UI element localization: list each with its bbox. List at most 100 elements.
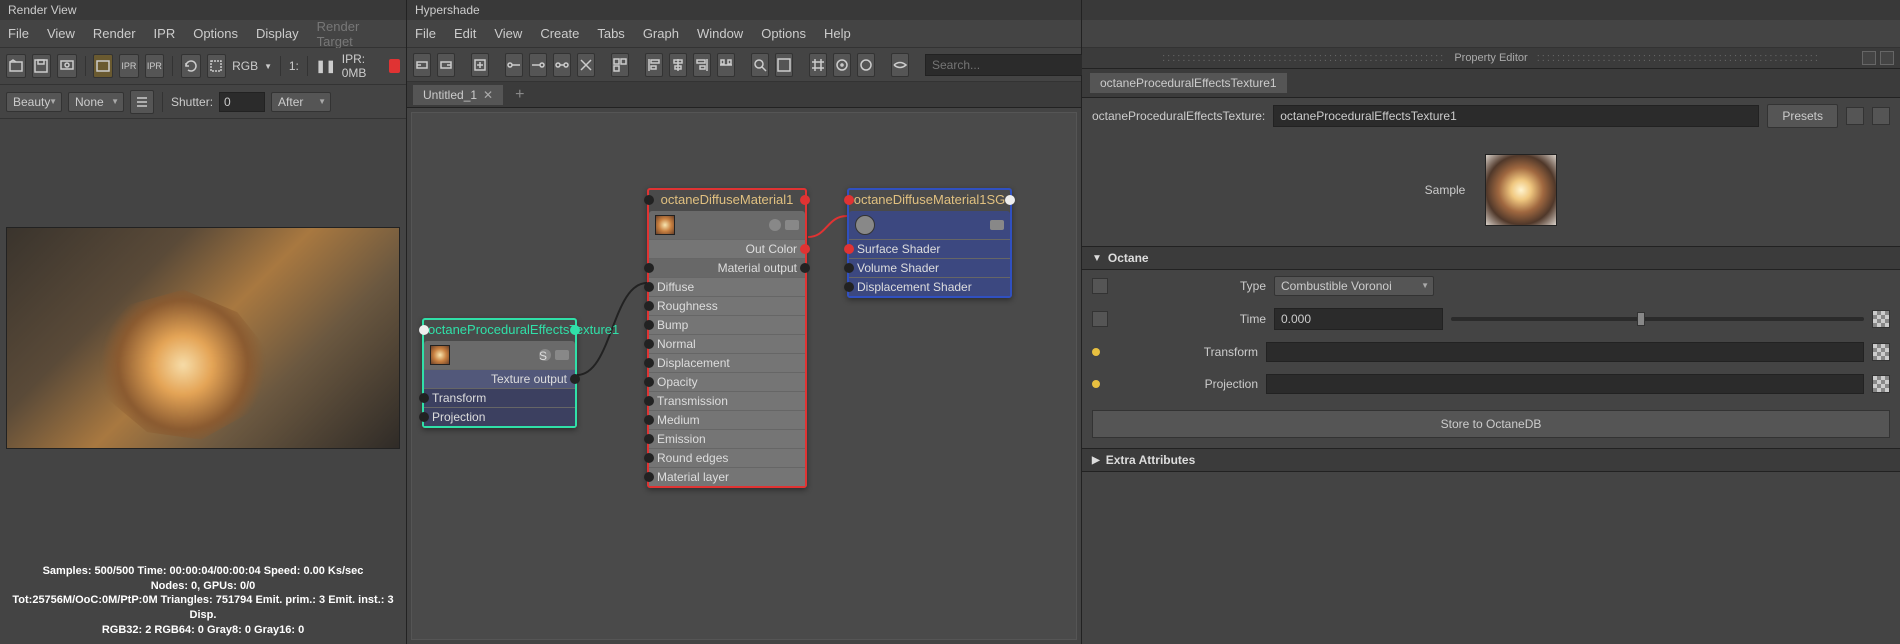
node-row-medium[interactable]: Medium [649,410,805,429]
render-frame-icon[interactable] [93,54,113,78]
after-dropdown[interactable]: After [271,92,331,112]
expand-icon[interactable] [990,220,1004,230]
pass-dropdown[interactable]: Beauty [6,92,62,112]
input-port[interactable] [644,339,654,349]
hs-menu-graph[interactable]: Graph [643,26,679,41]
menu-options[interactable]: Options [193,26,238,41]
type-dropdown[interactable]: Combustible Voronoi [1274,276,1434,296]
section-octane[interactable]: ▼ Octane [1082,246,1900,270]
solo-icon[interactable] [769,219,781,231]
ipr-start-icon[interactable]: IPR [119,54,139,78]
expand-icon[interactable] [785,220,799,230]
menu-render[interactable]: Render [93,26,136,41]
map-button[interactable] [1872,343,1890,361]
refresh-icon[interactable] [181,54,201,78]
node-row-surface-shader[interactable]: Surface Shader [849,239,1010,258]
align-right-icon[interactable] [693,53,711,77]
input-port[interactable] [644,377,654,387]
render-icon[interactable] [57,54,77,78]
restore-icon[interactable] [1862,51,1876,65]
node-row-material-output[interactable]: Material output [649,258,805,277]
output-port[interactable] [570,325,580,335]
graph-out-icon[interactable] [437,53,455,77]
shutter-input[interactable] [219,92,265,112]
align-left-icon[interactable] [645,53,663,77]
input-port[interactable] [844,282,854,292]
input-port[interactable] [644,263,654,273]
both-conn-icon[interactable] [553,53,571,77]
add-tab-icon[interactable]: + [509,86,530,104]
output-port[interactable] [570,374,580,384]
list-icon[interactable] [130,90,154,114]
node-procedural-texture[interactable]: octaneProceduralEffectsTexture1 S Textur… [422,318,577,428]
solo-icon[interactable]: S [539,349,551,361]
node-shading-group[interactable]: octaneDiffuseMaterial1SG Surface Shader … [847,188,1012,298]
input-port[interactable] [644,453,654,463]
output-port[interactable] [1005,195,1015,205]
output-port[interactable] [800,263,810,273]
node-row-bump[interactable]: Bump [649,315,805,334]
frame-all-icon[interactable] [775,53,793,77]
input-port[interactable] [419,412,429,422]
node-row-transmission[interactable]: Transmission [649,391,805,410]
node-row-displacement[interactable]: Displacement [649,353,805,372]
menu-view[interactable]: View [47,26,75,41]
show-hide-icon[interactable] [1846,107,1864,125]
ipr-stop-icon[interactable]: IPR [145,54,165,78]
clear-graph-icon[interactable] [577,53,595,77]
copy-tab-icon[interactable] [1872,107,1890,125]
node-row-displacement-shader[interactable]: Displacement Shader [849,277,1010,296]
close-icon[interactable] [1880,51,1894,65]
chevron-down-icon[interactable]: ▼ [264,62,272,71]
open-image-icon[interactable] [6,54,26,78]
projection-field[interactable] [1266,374,1864,394]
input-port[interactable] [644,396,654,406]
layout-icon[interactable] [611,53,629,77]
slider-thumb[interactable] [1637,312,1645,326]
soloing-icon[interactable] [857,53,875,77]
hs-menu-options[interactable]: Options [761,26,806,41]
node-row-material-layer[interactable]: Material layer [649,467,805,486]
node-row-opacity[interactable]: Opacity [649,372,805,391]
render-preview-image[interactable] [6,227,400,449]
align-center-icon[interactable] [669,53,687,77]
attr-icon[interactable] [1092,311,1108,327]
input-port[interactable] [644,282,654,292]
node-row-projection[interactable]: Projection [424,407,575,426]
zoom-icon[interactable] [751,53,769,77]
node-diffuse-material[interactable]: octaneDiffuseMaterial1 Out Color Materia… [647,188,807,488]
input-port[interactable] [419,393,429,403]
keyed-icon[interactable] [1092,348,1100,356]
save-image-icon[interactable] [32,54,52,78]
camera-dropdown[interactable]: None [68,92,124,112]
map-button[interactable] [1872,375,1890,393]
menu-ipr[interactable]: IPR [154,26,176,41]
hs-menu-help[interactable]: Help [824,26,851,41]
pause-icon[interactable]: ❚❚ [316,59,336,73]
node-row-round-edges[interactable]: Round edges [649,448,805,467]
node-row-diffuse[interactable]: Diffuse [649,277,805,296]
node-row-normal[interactable]: Normal [649,334,805,353]
output-conn-icon[interactable] [529,53,547,77]
input-port[interactable] [644,472,654,482]
input-port[interactable] [644,301,654,311]
input-conn-icon[interactable] [505,53,523,77]
presets-button[interactable]: Presets [1767,104,1838,128]
input-port[interactable] [844,244,854,254]
node-editor-canvas[interactable]: octaneProceduralEffectsTexture1 S Textur… [411,112,1077,640]
input-port[interactable] [644,320,654,330]
node-row-emission[interactable]: Emission [649,429,805,448]
input-port[interactable] [644,415,654,425]
hs-menu-create[interactable]: Create [540,26,579,41]
time-slider[interactable] [1451,317,1864,321]
node-row-volume-shader[interactable]: Volume Shader [849,258,1010,277]
input-port[interactable] [844,195,854,205]
input-port[interactable] [644,358,654,368]
menu-display[interactable]: Display [256,26,299,41]
expand-icon[interactable] [555,350,569,360]
hs-menu-window[interactable]: Window [697,26,743,41]
node-row-roughness[interactable]: Roughness [649,296,805,315]
transform-field[interactable] [1266,342,1864,362]
time-input[interactable] [1274,308,1443,330]
node-row-out-color[interactable]: Out Color [649,239,805,258]
